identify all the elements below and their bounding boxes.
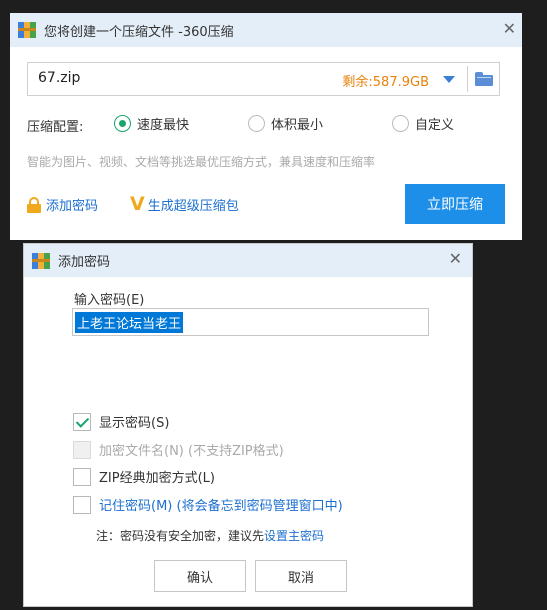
password-dialog-title: 添加密码 [58,255,111,270]
free-space-label: 剩余:587.9GB [342,75,429,90]
dropdown-arrow-icon[interactable] [443,76,455,83]
encrypt-filenames-checkbox: 加密文件名(N) (不支持ZIP格式) [73,440,284,459]
radio-fastest[interactable]: 速度最快 [114,114,189,133]
compress-dialog-titlebar: 您将创建一个压缩文件 -360压缩 ✕ [10,13,522,47]
radio-custom[interactable]: 自定义 [392,114,454,133]
lock-icon [27,196,41,213]
compress-now-button[interactable]: 立即压缩 [405,184,505,224]
compress-dialog: 您将创建一个压缩文件 -360压缩 ✕ 67.zip 剩余:587.9GB 压缩… [10,13,522,240]
close-icon[interactable]: ✕ [503,21,516,37]
super-archive-link[interactable]: V 生成超级压缩包 [130,193,239,215]
show-password-checkbox[interactable]: 显示密码(S) [73,412,169,431]
security-note-text: 注：密码没有安全加密，建议先 [96,529,265,543]
file-name-field[interactable]: 67.zip 剩余:587.9GB [27,62,500,96]
add-password-dialog: 添加密码 ✕ 输入密码(E) 上老王论坛当老王 显示密码(S) 加密文件名(N)… [23,243,473,607]
remember-password-label[interactable]: 记住密码(M) (将会备忘到密码管理窗口中) [99,495,343,514]
cancel-button[interactable]: 取消 [255,560,347,592]
archive-icon [32,252,50,269]
security-note: 注：密码没有安全加密，建议先设置主密码 [96,527,324,544]
encrypt-filenames-box [73,440,91,459]
radio-fastest-label[interactable]: 速度最快 [137,114,189,133]
radio-smallest[interactable]: 体积最小 [248,114,323,133]
radio-custom-label[interactable]: 自定义 [415,114,454,133]
compress-description: 智能为图片、视频、文档等挑选最优压缩方式，兼具速度和压缩率 [27,155,376,169]
archive-icon [18,22,36,38]
close-icon[interactable]: ✕ [449,251,462,267]
v-badge-icon: V [130,193,145,215]
file-name-value[interactable]: 67.zip [38,70,80,86]
radio-custom-circle[interactable] [392,115,409,132]
add-password-label[interactable]: 添加密码 [46,195,98,214]
show-password-box[interactable] [73,412,91,431]
password-dialog-titlebar: 添加密码 ✕ [24,244,472,277]
radio-fastest-circle[interactable] [114,115,131,132]
confirm-button[interactable]: 确认 [154,560,246,592]
password-input-label: 输入密码(E) [74,293,145,308]
folder-icon[interactable] [475,72,493,86]
radio-smallest-label[interactable]: 体积最小 [271,114,323,133]
zip-classic-encryption-box[interactable] [73,467,91,486]
zip-classic-encryption-checkbox[interactable]: ZIP经典加密方式(L) [73,467,215,486]
compress-dialog-title: 您将创建一个压缩文件 -360压缩 [44,24,234,40]
show-password-label[interactable]: 显示密码(S) [99,412,169,431]
divider [467,66,468,92]
remember-password-box[interactable] [73,495,91,514]
compress-config-label: 压缩配置: [27,120,84,135]
set-master-password-link[interactable]: 设置主密码 [264,529,324,543]
radio-smallest-circle[interactable] [248,115,265,132]
encrypt-filenames-label: 加密文件名(N) (不支持ZIP格式) [99,444,284,459]
zip-classic-encryption-label[interactable]: ZIP经典加密方式(L) [99,467,215,486]
remember-password-checkbox[interactable]: 记住密码(M) (将会备忘到密码管理窗口中) [73,495,343,514]
add-password-link[interactable]: 添加密码 [27,195,98,214]
super-archive-label[interactable]: 生成超级压缩包 [148,195,239,214]
password-value[interactable]: 上老王论坛当老王 [75,312,184,333]
password-input[interactable]: 上老王论坛当老王 [72,308,429,336]
